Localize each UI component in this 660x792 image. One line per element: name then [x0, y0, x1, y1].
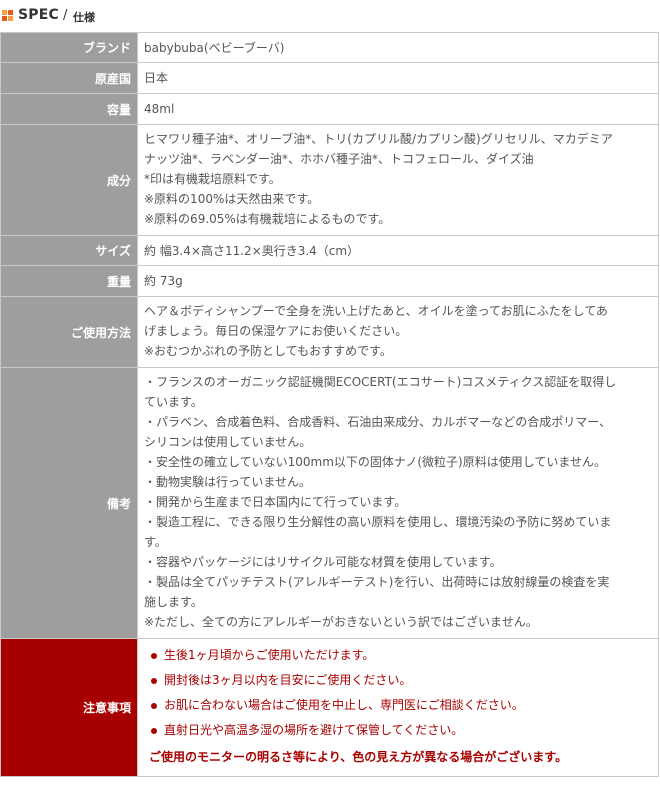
- notes-line: ・開発から生産まで日本国内にて行っています。: [144, 495, 407, 509]
- spec-value-size: 約 幅3.4×高さ11.2×奥行き3.4（cm）: [137, 235, 659, 266]
- ingredients-line: ヒマワリ種子油*、オリーブ油*、トリ(カプリル酸/カプリン酸)グリセリル、マカデ…: [144, 132, 613, 146]
- spec-row-weight: 重量 約 73g: [0, 265, 659, 297]
- ingredients-line: ※原料の100%は天然由来です。: [144, 192, 320, 206]
- notes-line: シリコンは使用していません。: [144, 435, 312, 449]
- heading-title-en: SPEC: [18, 7, 59, 23]
- spec-value-volume: 48ml: [137, 93, 659, 125]
- spec-value-ingredients: ヒマワリ種子油*、オリーブ油*、トリ(カプリル酸/カプリン酸)グリセリル、マカデ…: [137, 124, 659, 236]
- spec-label-size: サイズ: [0, 235, 138, 266]
- bullet-dot-icon: [151, 678, 157, 684]
- caution-item: 開封後は3ヶ月以内を目安にご使用ください。: [144, 668, 652, 693]
- spec-label-notes: 備考: [0, 367, 138, 639]
- spec-label-volume: 容量: [0, 93, 138, 125]
- spec-row-volume: 容量 48ml: [0, 93, 659, 125]
- caution-note: ご使用のモニターの明るさ等により、色の見え方が異なる場合がございます。: [149, 750, 568, 764]
- bullet-dot-icon: [151, 653, 157, 659]
- usage-line: ヘア＆ボディシャンプーで全身を洗い上げたあと、オイルを塗ってお肌にふたをしてあ: [144, 304, 608, 318]
- spec-row-origin: 原産国 日本: [0, 62, 659, 94]
- spec-row-ingredients: 成分 ヒマワリ種子油*、オリーブ油*、トリ(カプリル酸/カプリン酸)グリセリル、…: [0, 124, 659, 236]
- spec-row-notes: 備考 ・フランスのオーガニック認証機関ECOCERT(エコサート)コスメティクス…: [0, 367, 659, 639]
- caution-item: 生後1ヶ月頃からご使用いただけます。: [144, 643, 652, 668]
- notes-line: ・製品は全てパッチテスト(アレルギーテスト)を行い、出荷時には放射線量の検査を実: [144, 575, 610, 589]
- ingredients-line: ナッツ油*、ラベンダー油*、ホホバ種子油*、トコフェロール、ダイズ油: [144, 152, 534, 166]
- notes-line: ・製造工程に、できる限り生分解性の高い原料を使用し、環境汚染の予防に努めていま: [144, 515, 612, 529]
- spec-value-caution: 生後1ヶ月頃からご使用いただけます。 開封後は3ヶ月以内を目安にご使用ください。…: [137, 638, 659, 777]
- notes-line: ています。: [144, 395, 203, 409]
- notes-line: ・容器やパッケージにはリサイクル可能な材質を使用しています。: [144, 555, 502, 569]
- spec-label-ingredients: 成分: [0, 124, 138, 236]
- notes-line: ・安全性の確立していない100mm以下の固体ナノ(微粒子)原料は使用していません…: [144, 455, 606, 469]
- notes-line: 施します。: [144, 595, 203, 609]
- bullet-dot-icon: [151, 728, 157, 734]
- spec-row-usage: ご使用方法 ヘア＆ボディシャンプーで全身を洗い上げたあと、オイルを塗ってお肌にふ…: [0, 296, 659, 368]
- caution-item: お肌に合わない場合はご使用を中止し、専門医にご相談ください。: [144, 693, 652, 718]
- heading-separator: /: [63, 8, 68, 23]
- notes-line: ・動物実験は行っていません。: [144, 475, 312, 489]
- square-grid-icon: [2, 10, 14, 22]
- spec-label-usage: ご使用方法: [0, 296, 138, 368]
- spec-label-caution: 注意事項: [0, 638, 138, 777]
- heading-title-ja: 仕様: [73, 11, 95, 24]
- spec-row-caution: 注意事項 生後1ヶ月頃からご使用いただけます。 開封後は3ヶ月以内を目安にご使用…: [0, 638, 659, 777]
- spec-table: ブランド babybuba(ベビーブーバ) 原産国 日本 容量 48ml 成分 …: [0, 32, 659, 777]
- spec-label-brand: ブランド: [0, 32, 138, 63]
- spec-value-weight: 約 73g: [137, 265, 659, 297]
- notes-line: ・パラベン、合成着色料、合成香料、石油由来成分、カルボマーなどの合成ポリマー、: [144, 415, 612, 429]
- caution-item-text: 直射日光や高温多湿の場所を避けて保管してください。: [164, 723, 464, 737]
- caution-item-text: 開封後は3ヶ月以内を目安にご使用ください。: [164, 673, 412, 687]
- caution-item-text: 生後1ヶ月頃からご使用いただけます。: [164, 648, 375, 662]
- bullet-dot-icon: [151, 703, 157, 709]
- notes-line: ※ただし、全ての方にアレルギーがおきないという訳ではございません。: [144, 615, 538, 629]
- spec-value-notes: ・フランスのオーガニック認証機関ECOCERT(エコサート)コスメティクス認証を…: [137, 367, 659, 639]
- spec-row-brand: ブランド babybuba(ベビーブーバ): [0, 32, 659, 63]
- section-heading: SPEC / 仕様: [0, 0, 660, 32]
- spec-row-size: サイズ 約 幅3.4×高さ11.2×奥行き3.4（cm）: [0, 235, 659, 266]
- caution-item-text: お肌に合わない場合はご使用を中止し、専門医にご相談ください。: [164, 698, 524, 712]
- caution-item: 直射日光や高温多湿の場所を避けて保管してください。: [144, 718, 652, 743]
- ingredients-line: *印は有機栽培原料です。: [144, 172, 281, 186]
- ingredients-line: ※原料の69.05%は有機栽培によるものです。: [144, 212, 391, 226]
- spec-value-origin: 日本: [137, 62, 659, 94]
- notes-line: す。: [144, 535, 167, 549]
- spec-value-usage: ヘア＆ボディシャンプーで全身を洗い上げたあと、オイルを塗ってお肌にふたをしてあ …: [137, 296, 659, 368]
- spec-label-origin: 原産国: [0, 62, 138, 94]
- spec-value-brand: babybuba(ベビーブーバ): [137, 32, 659, 63]
- spec-label-weight: 重量: [0, 265, 138, 297]
- notes-line: ・フランスのオーガニック認証機関ECOCERT(エコサート)コスメティクス認証を…: [144, 375, 617, 389]
- usage-line: ※おむつかぶれの予防としてもおすすめです。: [144, 344, 392, 358]
- usage-line: げましょう。毎日の保湿ケアにお使いください。: [144, 324, 408, 338]
